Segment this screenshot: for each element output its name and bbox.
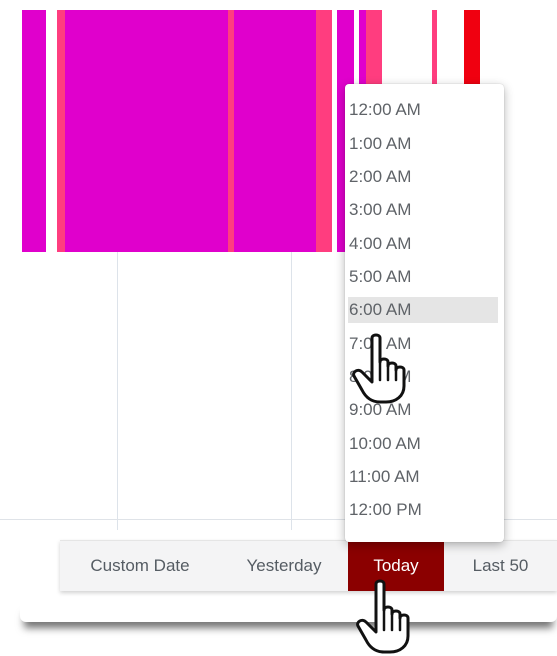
time-option[interactable]: 8:00 AM xyxy=(348,364,498,390)
time-option[interactable]: 2:00 AM xyxy=(348,164,498,190)
timeline-bar[interactable] xyxy=(65,10,228,252)
timeline-bar[interactable] xyxy=(22,10,46,252)
time-option[interactable]: 9:00 AM xyxy=(348,397,498,423)
time-option[interactable]: 7:00 AM xyxy=(348,331,498,357)
timeline-bar[interactable] xyxy=(57,10,65,252)
last-50-button[interactable]: Last 50 xyxy=(444,541,557,591)
date-range-toolbar: Custom Date Yesterday Today Last 50 xyxy=(60,540,557,591)
time-option-highlighted[interactable]: 6:00 AM xyxy=(348,297,498,323)
time-option[interactable]: 5:00 AM xyxy=(348,264,498,290)
time-option[interactable]: 3:00 AM xyxy=(348,197,498,223)
time-option[interactable]: 1:00 AM xyxy=(348,131,498,157)
time-option[interactable]: 12:00 PM xyxy=(348,497,498,523)
grid-line xyxy=(117,252,118,530)
grid-line xyxy=(291,252,292,530)
time-dropdown-menu: 12:00 AM 1:00 AM 2:00 AM 3:00 AM 4:00 AM… xyxy=(345,84,504,542)
time-option[interactable]: 10:00 AM xyxy=(348,431,498,457)
timeline-bar[interactable] xyxy=(316,10,332,252)
timeline-bar[interactable] xyxy=(234,10,316,252)
custom-date-button[interactable]: Custom Date xyxy=(60,541,220,591)
toolbar-shadow xyxy=(20,600,557,622)
today-button[interactable]: Today xyxy=(348,541,444,591)
yesterday-button[interactable]: Yesterday xyxy=(220,541,348,591)
time-option[interactable]: 12:00 AM xyxy=(348,97,498,123)
time-option[interactable]: 11:00 AM xyxy=(348,464,498,490)
screenshot-stage: Custom Date Yesterday Today Last 50 12:0… xyxy=(0,0,557,656)
time-option[interactable]: 4:00 AM xyxy=(348,231,498,257)
